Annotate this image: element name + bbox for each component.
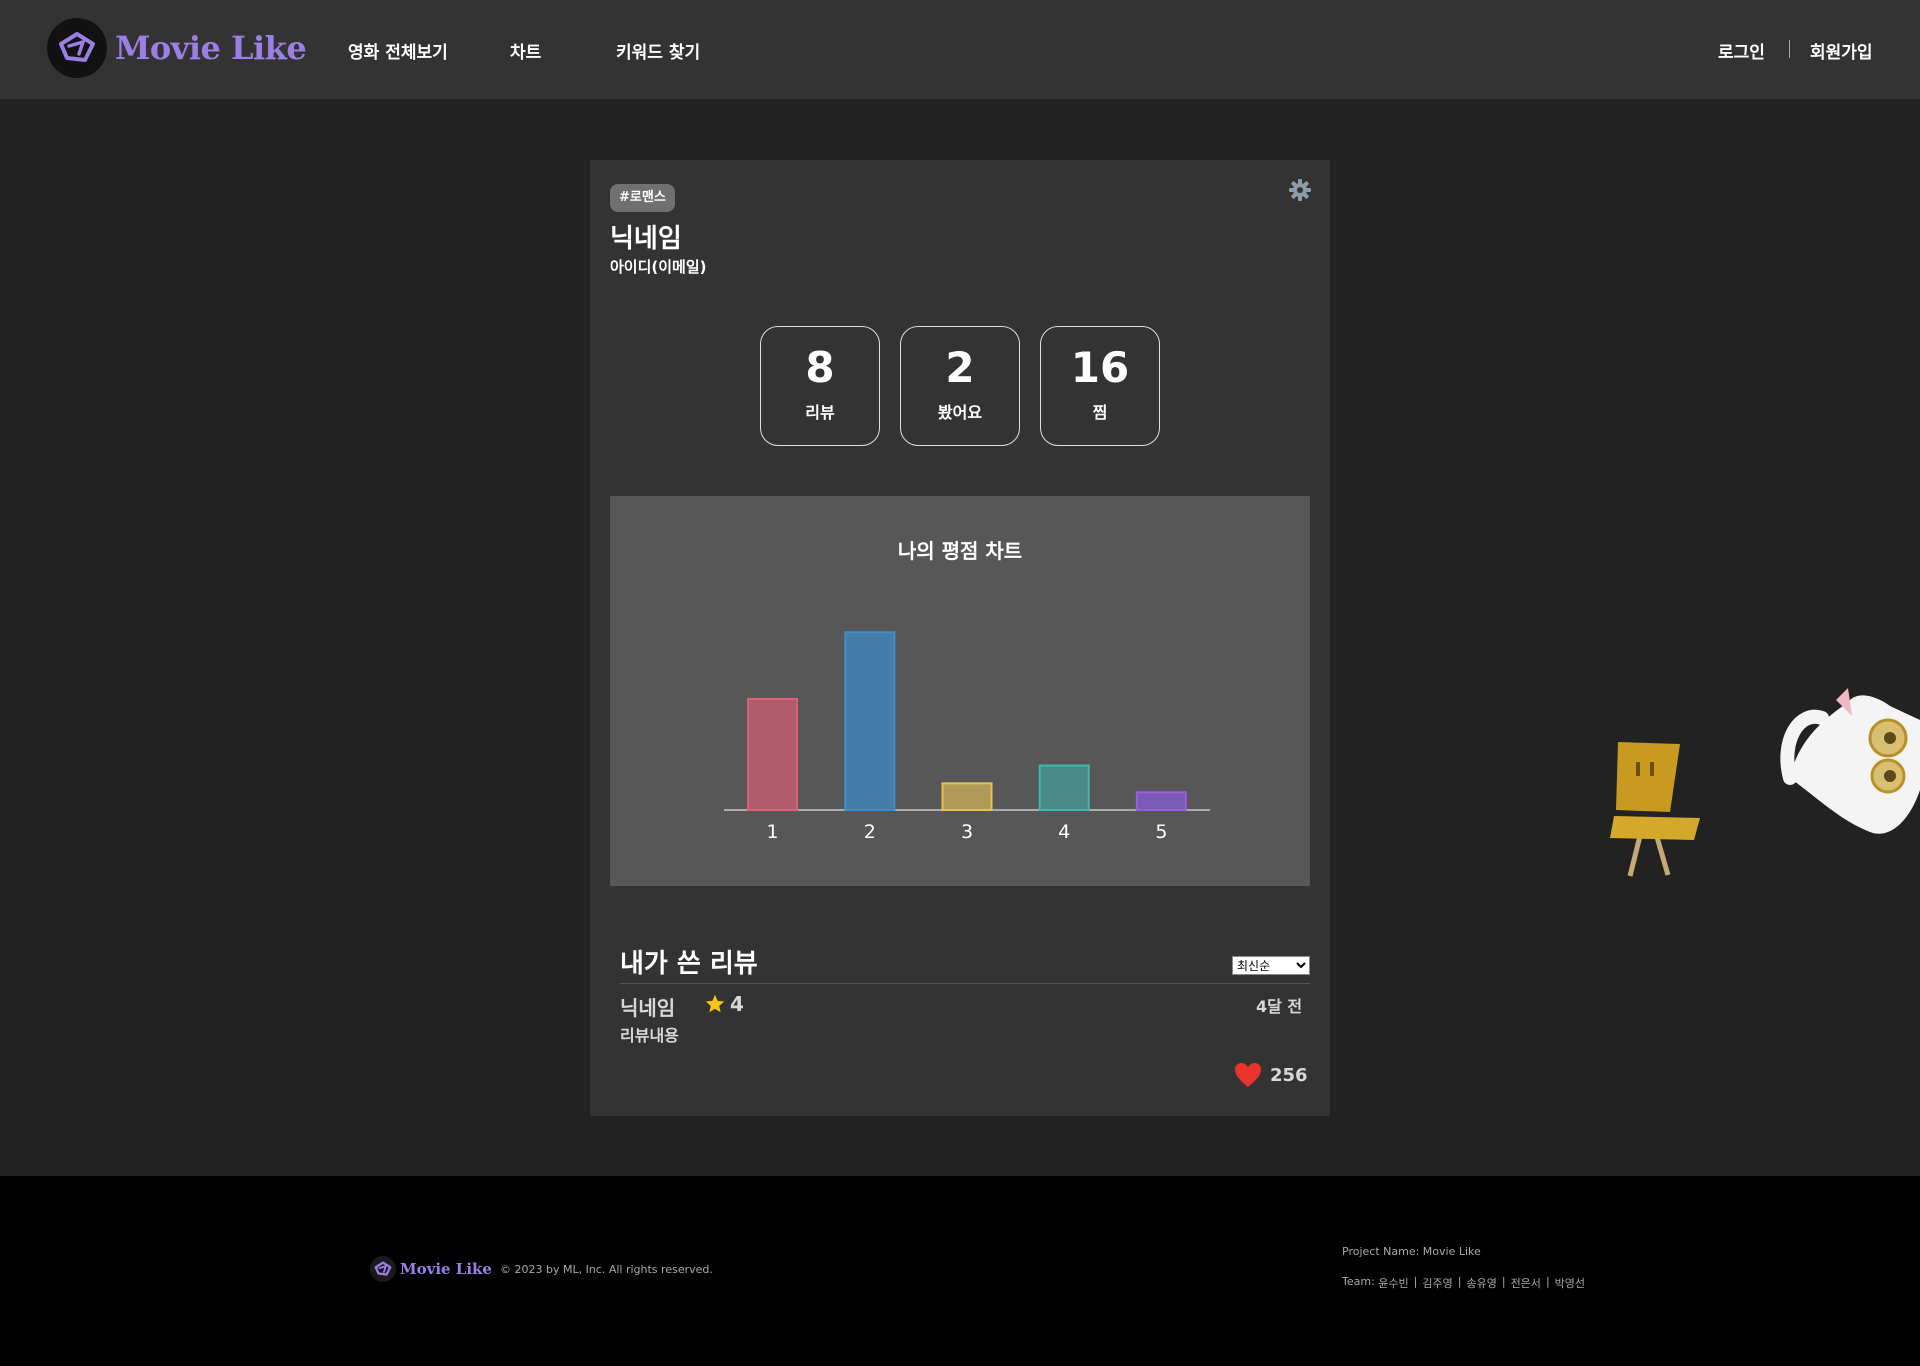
site-header: Movie Like 영화 전체보기 차트 키워드 찾기 로그인 회원가입 (0, 0, 1920, 99)
footer-team-separator: | (1457, 1275, 1462, 1288)
login-link[interactable]: 로그인 (1718, 38, 1765, 63)
nav-all-movies[interactable]: 영화 전체보기 (348, 38, 448, 63)
stat-reviews[interactable]: 8 리뷰 (760, 326, 880, 446)
site-footer: Movie Like © 2023 by ML, Inc. All rights… (0, 1176, 1920, 1366)
rating-chart-svg: 나의 평점 차트 1 2 3 4 5 (724, 539, 1210, 843)
stat-value: 16 (1070, 343, 1130, 392)
footer-copyright: © 2023 by ML, Inc. All rights reserved. (499, 1262, 713, 1276)
footer-project-name: Project Name: Movie Like (1342, 1245, 1481, 1258)
stat-label: 리뷰 (805, 403, 835, 422)
genre-tag[interactable]: #로맨스 (610, 184, 675, 212)
chart-bar-2 (844, 631, 896, 811)
review-rating-value: 4 (730, 992, 744, 1016)
footer-logo[interactable]: Movie Like © 2023 by ML, Inc. All rights… (370, 1256, 713, 1282)
stat-value: 8 (805, 343, 835, 392)
chart-tick-label: 1 (767, 821, 779, 843)
stat-value: 2 (945, 343, 975, 392)
chart-bar-4 (1038, 764, 1090, 811)
footer-team-separator: | (1545, 1275, 1550, 1288)
chart-tick-label: 4 (1058, 821, 1070, 843)
star-icon (705, 994, 725, 1013)
stat-label: 찜 (1092, 403, 1108, 422)
mascot-illustration (1610, 688, 1920, 877)
stat-label: 봤어요 (937, 403, 983, 422)
review-content: 리뷰내용 (620, 1026, 679, 1045)
footer-team: Team: 윤수빈 | 김주영 | 송유영 | 전은서 | 박영선 (1342, 1275, 1585, 1291)
chart-bar-3 (941, 782, 993, 812)
profile-nickname: 닉네임 (610, 224, 682, 254)
block-character-icon (1610, 742, 1700, 877)
my-reviews-title: 내가 쓴 리뷰 (620, 949, 758, 979)
logo-text: Movie Like (115, 29, 307, 67)
chart-tick-label: 2 (864, 821, 876, 843)
footer-team-member: 박영선 (1554, 1277, 1586, 1290)
sort-select[interactable]: 최신순 (1232, 956, 1310, 975)
auth-divider (1789, 40, 1790, 58)
reviews-divider (620, 983, 1310, 984)
rating-chart: 나의 평점 차트 1 2 3 4 5 (610, 496, 1310, 886)
footer-logo-text: Movie Like (400, 1260, 492, 1278)
profile-user-id: 아이디(이메일) (610, 258, 707, 276)
gear-icon[interactable] (1288, 178, 1312, 202)
footer-team-member: 전은서 (1510, 1277, 1541, 1290)
footer-team-member: 김주영 (1422, 1277, 1453, 1290)
review-nickname: 닉네임 (620, 996, 676, 1020)
footer-team-separator: | (1501, 1275, 1506, 1288)
footer-team-member: 송유영 (1466, 1277, 1497, 1290)
profile-card: #로맨스 닉네임 아이디(이메일) 8 리뷰 2 봤어요 16 찜 나의 평점 … (590, 160, 1330, 1116)
nav-keyword-search[interactable]: 키워드 찾기 (616, 38, 700, 63)
stat-watched[interactable]: 2 봤어요 (900, 326, 1020, 446)
footer-team-member: 윤수빈 (1378, 1277, 1409, 1290)
rabbit-character-icon (1780, 688, 1920, 834)
chart-tick-label: 5 (1155, 821, 1167, 843)
chart-title: 나의 평점 차트 (898, 539, 1022, 563)
review-rating: 4 (704, 992, 744, 1016)
footer-logo-icon (370, 1256, 396, 1282)
review-time: 4달 전 (1256, 997, 1303, 1016)
review-like-count: 256 (1270, 1064, 1308, 1086)
chart-bar-5 (1135, 791, 1187, 812)
chart-bar-1 (747, 697, 799, 811)
stat-wishlist[interactable]: 16 찜 (1040, 326, 1160, 446)
footer-team-separator: | (1413, 1275, 1418, 1288)
heart-icon[interactable] (1234, 1062, 1262, 1088)
logo-icon (47, 18, 107, 78)
nav-chart[interactable]: 차트 (510, 38, 541, 63)
site-logo[interactable]: Movie Like (47, 18, 307, 78)
review-like[interactable]: 256 (1234, 1062, 1308, 1088)
footer-team-label: Team: (1342, 1275, 1375, 1288)
chart-tick-label: 3 (961, 821, 973, 843)
signup-link[interactable]: 회원가입 (1810, 38, 1873, 63)
